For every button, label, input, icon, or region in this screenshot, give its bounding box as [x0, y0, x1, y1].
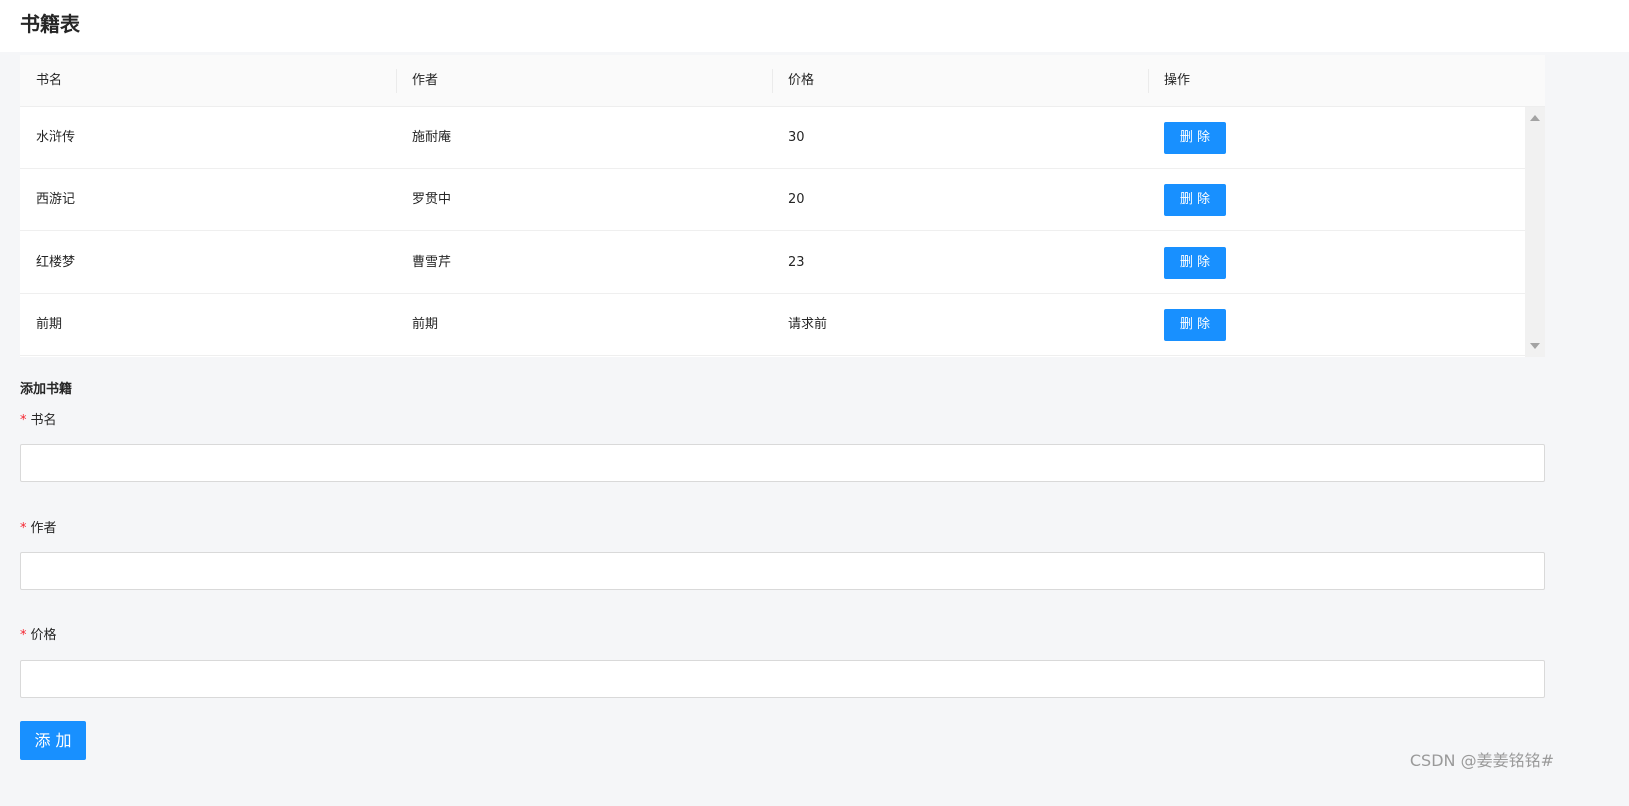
field-label-price: * 价格: [20, 624, 57, 643]
header-price: 价格: [788, 73, 815, 88]
cell-name: 西游记: [36, 192, 76, 207]
delete-button[interactable]: 删 除: [1164, 247, 1226, 279]
page-title: 书籍表: [20, 12, 80, 36]
cell-name: 水浒传: [36, 130, 76, 145]
delete-button[interactable]: 删 除: [1164, 122, 1226, 154]
field-label-name: * 书名: [20, 409, 57, 428]
table-header: 书名 作者 价格 操作: [20, 55, 1545, 107]
scroll-up-arrow-icon[interactable]: [1530, 115, 1540, 121]
cell-name: 前期: [36, 317, 63, 332]
form-heading: 添加书籍: [20, 382, 73, 397]
cell-price: 20: [788, 192, 805, 207]
price-input[interactable]: [20, 660, 1545, 698]
cell-price: 30: [788, 130, 805, 145]
field-label-text: 作者: [30, 521, 57, 536]
table-row: 红楼梦 曹雪芹 23 删 除: [20, 232, 1525, 294]
title-band: [0, 0, 1629, 52]
cell-price: 请求前: [788, 317, 828, 332]
cell-price: 23: [788, 255, 805, 270]
book-name-input[interactable]: [20, 444, 1545, 482]
table-body: 水浒传 施耐庵 30 删 除 西游记 罗贯中 20 删 除 红楼梦 曹雪芹 23…: [20, 107, 1545, 357]
table-row: 水浒传 施耐庵 30 删 除: [20, 107, 1525, 169]
cell-author: 前期: [412, 317, 439, 332]
delete-button[interactable]: 删 除: [1164, 309, 1226, 341]
required-mark: *: [20, 413, 27, 428]
add-button[interactable]: 添 加: [20, 721, 86, 760]
table-row: 前期 前期 请求前 删 除: [20, 294, 1525, 356]
table-scrollbar[interactable]: [1525, 107, 1545, 357]
books-table: 书名 作者 价格 操作 水浒传 施耐庵 30 删 除 西游记 罗贯中 20 删 …: [20, 55, 1545, 357]
field-label-author: * 作者: [20, 517, 57, 536]
header-name: 书名: [36, 73, 63, 88]
field-label-text: 书名: [30, 413, 57, 428]
header-author: 作者: [412, 73, 439, 88]
field-label-text: 价格: [30, 628, 57, 643]
scroll-down-arrow-icon[interactable]: [1530, 343, 1540, 349]
cell-name: 红楼梦: [36, 255, 76, 270]
delete-button[interactable]: 删 除: [1164, 184, 1226, 216]
required-mark: *: [20, 521, 27, 536]
required-mark: *: [20, 628, 27, 643]
cell-author: 施耐庵: [412, 130, 452, 145]
watermark: CSDN @姜姜铭铭#: [1409, 751, 1554, 770]
cell-author: 罗贯中: [412, 192, 452, 207]
cell-author: 曹雪芹: [412, 255, 452, 270]
author-input[interactable]: [20, 552, 1545, 590]
header-action: 操作: [1164, 73, 1191, 88]
table-row: 西游记 罗贯中 20 删 除: [20, 169, 1525, 231]
